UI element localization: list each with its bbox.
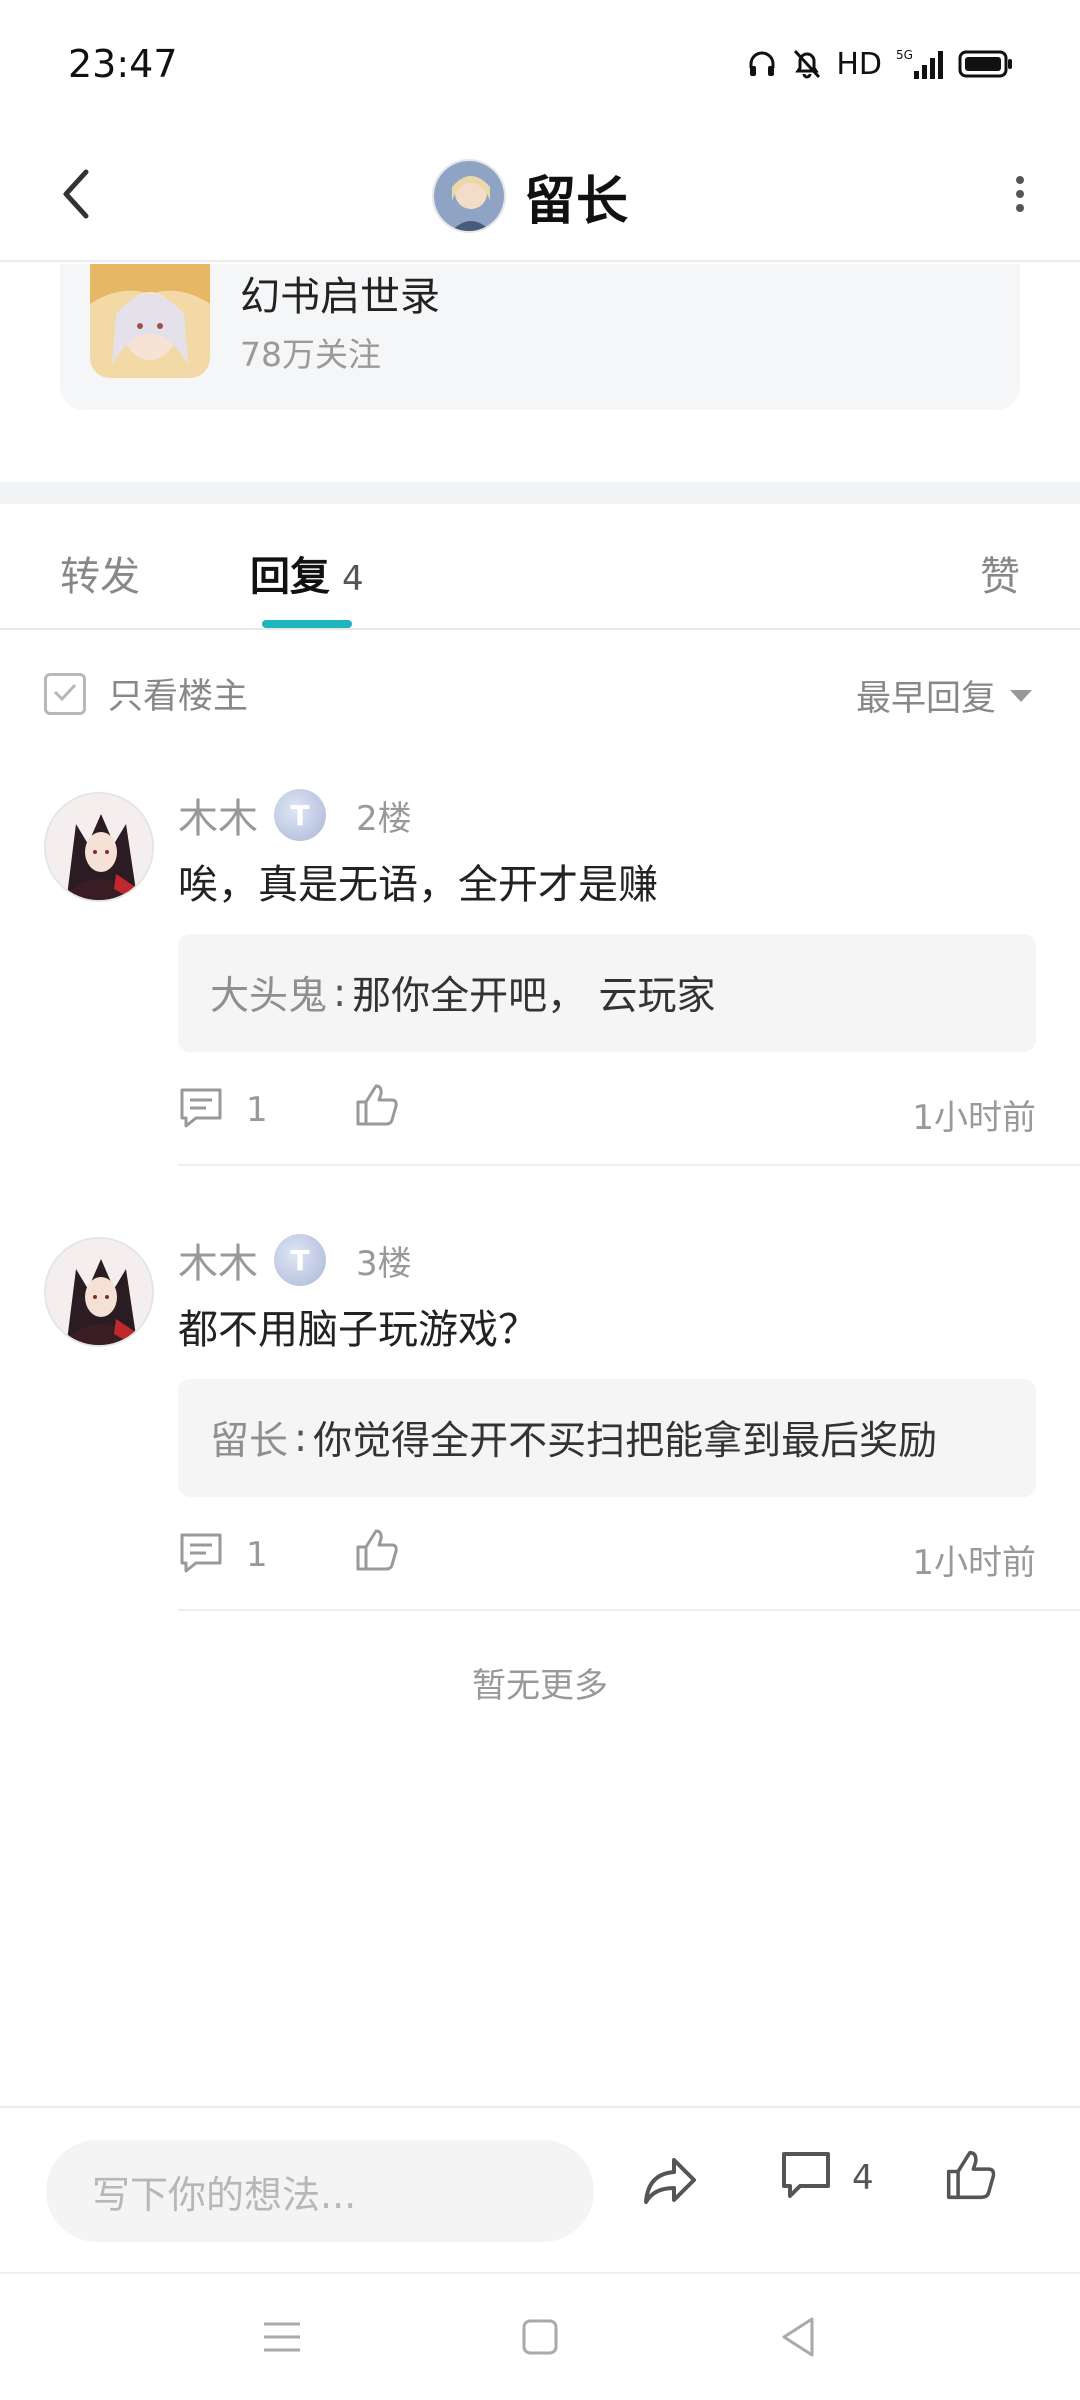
reply-meta: 木木 T 2楼 (178, 786, 412, 844)
divider (178, 1609, 1080, 1611)
tab-reply-count: 4 (342, 559, 364, 599)
reply-author[interactable]: 木木 (178, 1231, 258, 1289)
thumbs-up-icon (354, 1529, 400, 1577)
back-arrow-icon (56, 166, 96, 226)
bell-off-icon (792, 48, 822, 80)
status-bar: 23:47 HD 5G (0, 0, 1080, 130)
tab-reply-label: 回复 (250, 554, 330, 600)
active-tab-indicator (262, 620, 352, 628)
headphones-icon (746, 48, 778, 80)
quote-separator: : (333, 970, 347, 1016)
system-nav-bar (0, 2272, 1080, 2400)
only-op-label: 只看楼主 (108, 677, 249, 717)
avatar[interactable] (44, 792, 154, 902)
like-button[interactable] (354, 1082, 400, 1132)
tab-forward[interactable]: 转发 (60, 544, 140, 602)
thumbs-up-icon (354, 1084, 400, 1132)
sort-dropdown[interactable]: 最早回复 (856, 670, 1032, 721)
avatar[interactable] (44, 1237, 154, 1347)
reply-meta: 木木 T 3楼 (178, 1231, 412, 1289)
comment-icon (178, 1531, 224, 1579)
reply-actions: 1 1小时前 (178, 1080, 1036, 1140)
home-square-icon (521, 2318, 559, 2360)
reply-author[interactable]: 木木 (178, 786, 258, 844)
thumbs-up-icon (944, 2150, 998, 2206)
reply-text: 都不用脑子玩游戏？ (178, 1307, 538, 1353)
forum-name: 幻书启世录 (240, 274, 440, 320)
quoted-reply[interactable]: 大头鬼 : 那你全开吧， 云玩家 (178, 934, 1036, 1052)
quote-text: 那你全开吧， 云玩家 (352, 974, 716, 1019)
status-icons: HD 5G (746, 44, 1014, 84)
quote-author: 留长 (210, 1419, 289, 1464)
tab-reply[interactable]: 回复 4 (250, 544, 364, 602)
comment-count: 1 (246, 1535, 268, 1575)
network-label: HD (836, 46, 882, 82)
floor-number: 2楼 (356, 798, 412, 839)
no-more-label: 暂无更多 (472, 1666, 608, 1706)
sort-label: 最早回复 (855, 679, 996, 719)
quoted-reply[interactable]: 留长 : 你觉得全开不买扫把能拿到最后奖励 (178, 1379, 1036, 1497)
status-time: 23:47 (68, 42, 178, 86)
avatar[interactable] (432, 159, 506, 233)
filter-row: 只看楼主 最早回复 (0, 632, 1080, 752)
bottom-action-bar: 写下你的想法... 4 (0, 2106, 1080, 2270)
recent-apps-button[interactable] (252, 2314, 312, 2364)
comment-button[interactable]: 1 (178, 1086, 268, 1134)
page-title: 留长 (524, 171, 629, 232)
caret-down-icon (1010, 689, 1032, 702)
more-button[interactable] (990, 160, 1050, 232)
quote-author: 大头鬼 (210, 974, 328, 1019)
divider (178, 1164, 1080, 1166)
share-icon (640, 2158, 700, 2212)
comments-count: 4 (852, 2158, 874, 2198)
menu-icon (262, 2320, 302, 2358)
battery-icon (958, 49, 1014, 79)
only-op-toggle[interactable]: 只看楼主 (44, 668, 248, 719)
reply-time: 1小时前 (912, 1543, 1036, 1583)
comment-icon (780, 2150, 832, 2206)
back-triangle-icon (778, 2315, 818, 2363)
like-button[interactable] (354, 1527, 400, 1577)
like-post-button[interactable] (944, 2148, 998, 2206)
forum-avatar (90, 264, 210, 378)
level-badge: T (274, 1234, 326, 1286)
share-button[interactable] (640, 2152, 700, 2212)
home-button[interactable] (510, 2314, 570, 2364)
back-button[interactable] (40, 160, 112, 232)
section-divider (0, 482, 1080, 504)
tab-bar: 转发 回复 4 赞 (0, 504, 1080, 630)
forum-followers: 78万关注 (240, 335, 381, 374)
comments-button[interactable]: 4 (780, 2150, 874, 2206)
reply-actions: 1 1小时前 (178, 1525, 1036, 1585)
signal-5g-icon: 5G (896, 47, 944, 81)
system-back-button[interactable] (768, 2314, 828, 2364)
reply-time: 1小时前 (912, 1098, 1036, 1138)
quote-text: 你觉得全开不买扫把能拿到最后奖励 (313, 1419, 938, 1464)
svg-text:5G: 5G (896, 48, 913, 62)
comment-icon (178, 1086, 224, 1134)
more-vertical-icon (1014, 174, 1026, 218)
only-op-checkbox[interactable] (44, 672, 86, 715)
quote-separator: : (294, 1415, 308, 1461)
comment-button[interactable]: 1 (178, 1531, 268, 1579)
comment-count: 1 (246, 1090, 268, 1130)
forum-card[interactable]: 幻书启世录 78万关注 (60, 264, 1020, 410)
app-header: 留长 (0, 130, 1080, 262)
comment-input[interactable]: 写下你的想法... (46, 2140, 594, 2242)
header-user[interactable]: 留长 (432, 146, 628, 246)
floor-number: 3楼 (356, 1243, 412, 1284)
tab-like[interactable]: 赞 (980, 544, 1020, 602)
level-badge: T (274, 789, 326, 841)
reply-text: 唉，真是无语，全开才是赚 (178, 862, 658, 908)
check-icon (52, 681, 78, 707)
